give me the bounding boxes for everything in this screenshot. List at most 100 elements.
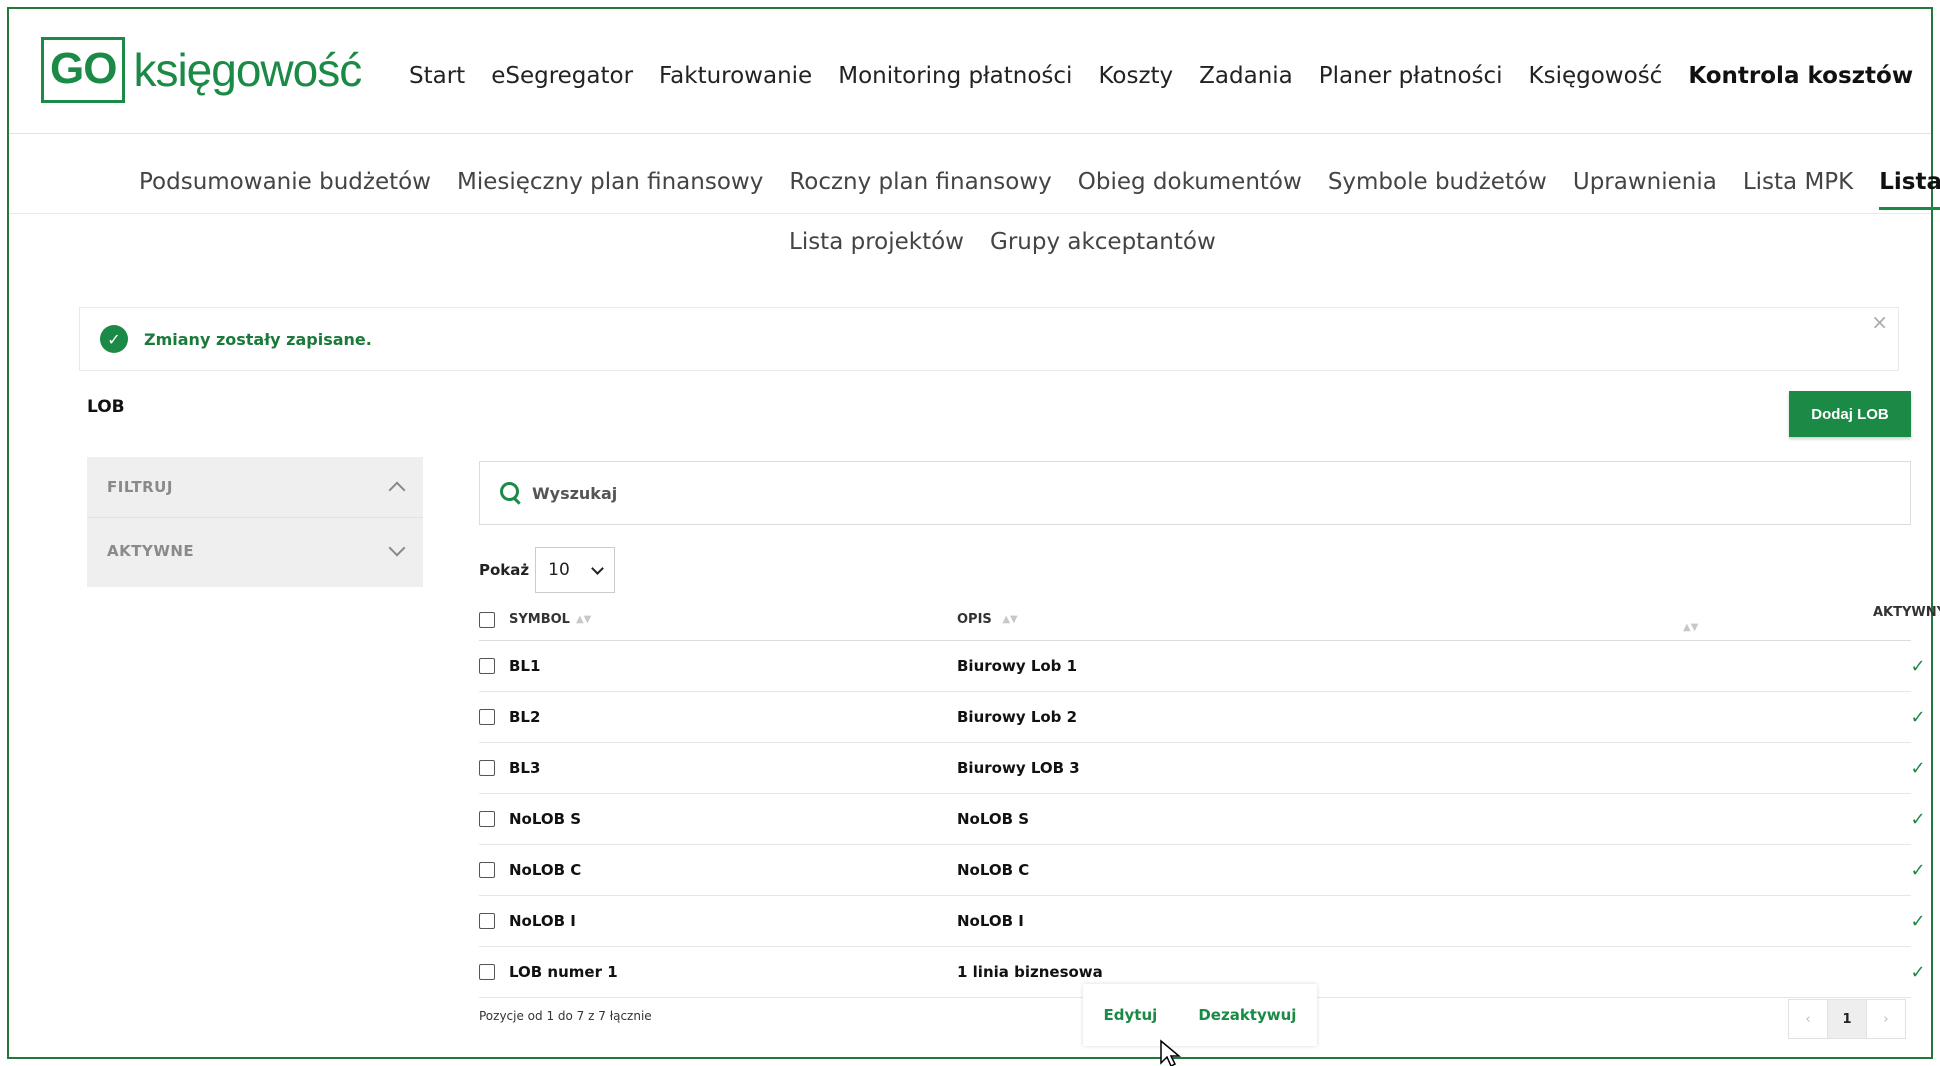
sort-icon[interactable]: ▲▼ xyxy=(1002,614,1017,625)
page-size-label: Pokaż xyxy=(479,561,530,579)
cell-opis: 1 linia biznesowa xyxy=(957,963,1103,981)
check-icon: ✓ xyxy=(1910,706,1926,728)
main-nav: Start eSegregator Fakturowanie Monitoring p… xyxy=(409,63,1913,89)
app-frame: GO księgowość Start eSegregator Fakturowan… xyxy=(7,7,1940,1066)
filter-active-toggle[interactable]: AKTYWNE xyxy=(87,517,423,583)
sub-nav-item-miesięczny-plan-finansowy[interactable]: Miesięczny plan finansowy xyxy=(457,169,763,210)
logo[interactable]: GO księgowość xyxy=(41,37,362,103)
page-title: LOB xyxy=(87,397,125,417)
next-page-button[interactable]: › xyxy=(1866,999,1906,1039)
sub-nav-item-lista-projektów[interactable]: Lista projektów xyxy=(789,229,964,255)
nav-item-fakturowanie[interactable]: Fakturowanie xyxy=(659,63,812,89)
sub-nav-item-grupy-akceptantów[interactable]: Grupy akceptantów xyxy=(990,229,1216,255)
search-icon xyxy=(500,482,522,504)
table-row[interactable]: BL2 Biurowy Lob 2 ✓ xyxy=(479,692,1926,743)
cell-symbol: NoLOB I xyxy=(509,912,576,930)
nav-item-koszty[interactable]: Koszty xyxy=(1098,63,1173,89)
row-checkbox[interactable] xyxy=(479,658,495,674)
table-row[interactable]: BL3 Biurowy LOB 3 ✓ xyxy=(479,743,1926,794)
nav-item-planer-płatności[interactable]: Planer płatności xyxy=(1319,63,1503,89)
chevron-down-icon xyxy=(388,539,406,556)
sub-nav-item-uprawnienia[interactable]: Uprawnienia xyxy=(1573,169,1717,210)
sub-nav-item-lista-mpk[interactable]: Lista MPK xyxy=(1743,169,1853,210)
chevron-up-icon xyxy=(388,481,406,499)
close-icon[interactable]: × xyxy=(1871,310,1888,334)
pagination-info: Pozycje od 1 do 7 z 7 łącznie xyxy=(479,1009,652,1023)
logo-box: GO xyxy=(41,37,126,103)
check-icon: ✓ xyxy=(1910,910,1926,932)
sub-nav-item-lista-lob[interactable]: Lista LOB xyxy=(1879,169,1940,210)
deactivate-action[interactable]: Dezaktywuj xyxy=(1198,1006,1296,1024)
cell-opis: NoLOB I xyxy=(957,912,1024,930)
nav-item-start[interactable]: Start xyxy=(409,63,465,89)
pagination: ‹ 1 › xyxy=(1788,999,1906,1039)
sub-nav-item-roczny-plan-finansowy[interactable]: Roczny plan finansowy xyxy=(789,169,1051,210)
page-size-select[interactable]: 10 xyxy=(535,547,616,593)
table-header: SYMBOL ▲▼ OPIS ▲▼ AKTYWNY ▲▼ xyxy=(479,599,1940,641)
filter-title: FILTRUJ xyxy=(107,478,173,496)
check-icon: ✓ xyxy=(1910,757,1926,779)
check-icon: ✓ xyxy=(1910,808,1926,830)
header-opis[interactable]: OPIS xyxy=(957,612,992,627)
sort-icon[interactable]: ▲▼ xyxy=(576,614,591,625)
filter-active-label: AKTYWNE xyxy=(107,541,195,560)
cell-symbol: NoLOB C xyxy=(509,861,582,879)
row-checkbox[interactable] xyxy=(479,964,495,980)
select-all-checkbox[interactable] xyxy=(479,611,495,628)
cell-opis: Biurowy Lob 2 xyxy=(957,708,1078,726)
cell-opis: Biurowy LOB 3 xyxy=(957,759,1080,777)
page-size-value: 10 xyxy=(548,560,570,580)
cell-opis: NoLOB C xyxy=(957,861,1030,879)
nav-item-księgowość[interactable]: Księgowość xyxy=(1529,63,1663,89)
check-circle-icon: ✓ xyxy=(100,325,128,353)
filter-panel: FILTRUJ AKTYWNE xyxy=(87,457,423,587)
row-checkbox[interactable] xyxy=(479,760,495,776)
row-checkbox[interactable] xyxy=(479,811,495,827)
current-page-button[interactable]: 1 xyxy=(1827,999,1867,1039)
header-symbol[interactable]: SYMBOL xyxy=(509,612,570,627)
nav-item-monitoring-płatności[interactable]: Monitoring płatności xyxy=(838,63,1072,89)
sub-nav-item-obieg-dokumentów[interactable]: Obieg dokumentów xyxy=(1078,169,1302,210)
cell-opis: NoLOB S xyxy=(957,810,1030,828)
row-checkbox[interactable] xyxy=(479,862,495,878)
search-box xyxy=(479,461,1911,525)
table-row[interactable]: NoLOB I NoLOB I ✓ xyxy=(479,896,1926,947)
check-icon: ✓ xyxy=(1910,655,1926,677)
cell-symbol: NoLOB S xyxy=(509,810,582,828)
logo-text: księgowość xyxy=(133,44,362,96)
check-icon: ✓ xyxy=(1910,961,1926,983)
sort-icon[interactable]: ▲▼ xyxy=(1683,622,1698,633)
row-checkbox[interactable] xyxy=(479,709,495,725)
sub-nav-secondary: Lista projektów Grupy akceptantów xyxy=(789,229,1216,255)
prev-page-button[interactable]: ‹ xyxy=(1788,999,1828,1039)
nav-item-kontrola-kosztów[interactable]: Kontrola kosztów xyxy=(1688,63,1913,89)
header-aktywny[interactable]: AKTYWNY xyxy=(1873,605,1940,620)
add-lob-button[interactable]: Dodaj LOB xyxy=(1789,391,1911,437)
search-input[interactable] xyxy=(532,483,1332,503)
divider xyxy=(9,133,1931,134)
row-action-menu: Edytuj Dezaktywuj xyxy=(1083,984,1317,1046)
alert-message: Zmiany zostały zapisane. xyxy=(144,329,372,349)
table-body: BL1 Biurowy Lob 1 ✓ BL2 Biurowy Lob 2 ✓ BL3 Biu… xyxy=(479,641,1926,998)
nav-item-zadania[interactable]: Zadania xyxy=(1199,63,1293,89)
cell-symbol: BL3 xyxy=(509,759,541,777)
check-icon: ✓ xyxy=(1910,859,1926,881)
sub-nav: Podsumowanie budżetów Miesięczny plan fin… xyxy=(139,169,1940,210)
sub-nav-item-podsumowanie-budżetów[interactable]: Podsumowanie budżetów xyxy=(139,169,431,210)
sub-nav-item-symbole-budżetów[interactable]: Symbole budżetów xyxy=(1328,169,1547,210)
nav-item-esegregator[interactable]: eSegregator xyxy=(491,63,633,89)
cell-symbol: LOB numer 1 xyxy=(509,963,618,981)
table-row[interactable]: NoLOB S NoLOB S ✓ xyxy=(479,794,1926,845)
cell-opis: Biurowy Lob 1 xyxy=(957,657,1078,675)
filter-header[interactable]: FILTRUJ xyxy=(87,457,423,517)
divider xyxy=(9,213,1931,214)
page-size-control: Pokaż 10 xyxy=(479,547,616,593)
row-checkbox[interactable] xyxy=(479,913,495,929)
table-row[interactable]: NoLOB C NoLOB C ✓ xyxy=(479,845,1926,896)
lob-table: SYMBOL ▲▼ OPIS ▲▼ AKTYWNY ▲▼ BL1 Biurowy … xyxy=(479,599,1940,998)
cell-symbol: BL1 xyxy=(509,657,541,675)
edit-action[interactable]: Edytuj xyxy=(1104,1006,1158,1024)
table-row[interactable]: BL1 Biurowy Lob 1 ✓ xyxy=(479,641,1926,692)
cell-symbol: BL2 xyxy=(509,708,541,726)
chevron-down-icon xyxy=(591,561,605,575)
